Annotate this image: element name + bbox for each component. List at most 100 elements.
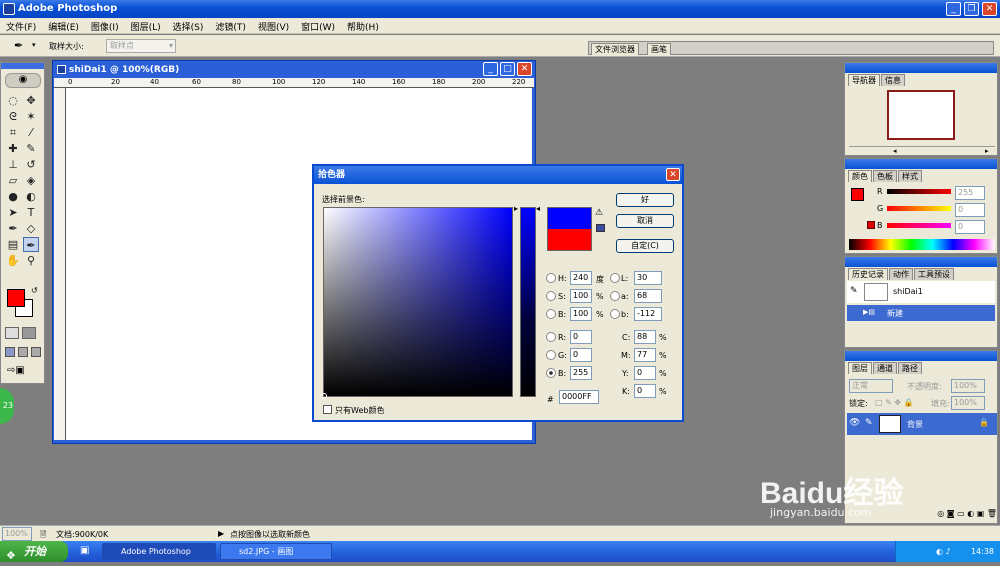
history-brush-source-icon[interactable]: ✎: [850, 286, 858, 296]
opacity-field[interactable]: 100%: [951, 379, 985, 393]
ok-button[interactable]: 好: [616, 193, 674, 207]
crop-tool-icon[interactable]: ⌗: [5, 125, 21, 140]
radio-b-selected[interactable]: [546, 368, 556, 378]
tab-color[interactable]: 颜色: [848, 170, 872, 182]
menu-help[interactable]: 帮助(H): [341, 18, 385, 35]
radio-a[interactable]: [610, 291, 620, 301]
magic-wand-icon[interactable]: ✶: [23, 109, 39, 124]
menu-filter[interactable]: 滤镜(T): [209, 18, 252, 35]
history-brush-icon[interactable]: ↺: [23, 157, 39, 172]
menu-view[interactable]: 视图(V): [252, 18, 295, 35]
doc-maximize-button[interactable]: □: [500, 62, 515, 76]
m-field[interactable]: 77: [634, 348, 656, 362]
color-g-slider[interactable]: [887, 206, 951, 211]
eye-icon[interactable]: 👁: [849, 418, 860, 428]
healing-brush-icon[interactable]: ✚: [5, 141, 21, 156]
slice-tool-icon[interactable]: ⁄: [23, 125, 39, 140]
tab-file-browser[interactable]: 文件浏览器: [591, 43, 639, 55]
cancel-button[interactable]: 取消: [616, 214, 674, 228]
web-safe-cube-icon[interactable]: [596, 224, 605, 232]
color-field[interactable]: [321, 207, 513, 399]
chevron-down-icon[interactable]: ▾: [32, 41, 36, 49]
g-field[interactable]: 0: [570, 348, 592, 362]
doc-minimize-button[interactable]: _: [483, 62, 498, 76]
tray-icons[interactable]: ◐ ♪: [896, 541, 951, 562]
menu-layer[interactable]: 图层(L): [125, 18, 167, 35]
hue-slider[interactable]: [520, 207, 536, 397]
minimize-button[interactable]: _: [946, 2, 961, 16]
eyedropper-icon[interactable]: ✒: [14, 39, 23, 52]
a-field[interactable]: 68: [634, 289, 662, 303]
dialog-close-button[interactable]: ✕: [666, 168, 680, 181]
standard-mode-icon[interactable]: [5, 327, 19, 339]
status-zoom-field[interactable]: 100%: [2, 527, 32, 541]
gamut-warning-icon[interactable]: ⚠: [595, 208, 603, 218]
zoom-in-icon[interactable]: ▸: [985, 147, 989, 155]
foreground-color-swatch[interactable]: [7, 289, 25, 307]
old-color-swatch[interactable]: [547, 229, 592, 251]
task-photoshop[interactable]: Adobe Photoshop: [102, 543, 216, 560]
tab-channels[interactable]: 通道: [873, 362, 897, 374]
eyedropper-tool-icon[interactable]: ✒: [23, 237, 39, 252]
blur-tool-icon[interactable]: ●: [5, 189, 21, 204]
radio-g[interactable]: [546, 350, 556, 360]
menu-window[interactable]: 窗口(W): [295, 18, 341, 35]
quick-mask-icon[interactable]: [22, 327, 36, 339]
restore-button[interactable]: ❐: [964, 2, 979, 16]
color-g-field[interactable]: 0: [955, 203, 985, 217]
pen-tool-icon[interactable]: ✒: [5, 221, 21, 236]
dodge-tool-icon[interactable]: ◐: [23, 189, 39, 204]
radio-bv[interactable]: [546, 309, 556, 319]
lock-icons[interactable]: □ ✎ ✥ 🔒: [875, 398, 914, 407]
marquee-tool-icon[interactable]: ◌: [5, 93, 21, 108]
screen-mode-1-icon[interactable]: [5, 347, 15, 357]
layer-row-background[interactable]: 👁 ✎ 背景 🔒: [847, 413, 997, 435]
shape-tool-icon[interactable]: ◇: [23, 221, 39, 236]
doc-close-button[interactable]: ✕: [517, 62, 532, 76]
tab-swatches[interactable]: 色板: [873, 170, 897, 182]
move-tool-icon[interactable]: ✥: [23, 93, 39, 108]
quicklaunch-icon[interactable]: ▣: [80, 545, 89, 556]
color-b-slider[interactable]: [887, 223, 951, 228]
tab-paths[interactable]: 路径: [898, 362, 922, 374]
status-arrow-icon[interactable]: ▶: [218, 529, 224, 538]
radio-lab-b[interactable]: [610, 309, 620, 319]
radio-r[interactable]: [546, 332, 556, 342]
start-button[interactable]: ❖ 开始: [0, 541, 68, 562]
navigator-zoom-slider[interactable]: ◂ ▸: [849, 146, 995, 155]
eraser-tool-icon[interactable]: ▱: [5, 173, 21, 188]
tab-history[interactable]: 历史记录: [848, 268, 888, 280]
sample-size-select[interactable]: 取样点 ▾: [106, 39, 176, 53]
h-field[interactable]: 240: [570, 271, 592, 285]
hand-tool-icon[interactable]: ✋: [5, 253, 21, 268]
r-field[interactable]: 0: [570, 330, 592, 344]
radio-s[interactable]: [546, 291, 556, 301]
bv-field[interactable]: 100: [570, 307, 592, 321]
menu-select[interactable]: 选择(S): [167, 18, 210, 35]
custom-button[interactable]: 自定(C): [616, 239, 674, 253]
path-select-icon[interactable]: ➤: [5, 205, 21, 220]
navigator-thumbnail[interactable]: [887, 90, 955, 140]
lab-b-field[interactable]: -112: [634, 307, 662, 321]
tab-brushes[interactable]: 画笔: [647, 43, 671, 55]
new-layer-icon[interactable]: ▣: [977, 509, 985, 518]
close-button[interactable]: ✕: [982, 2, 997, 16]
c-field[interactable]: 88: [634, 330, 656, 344]
color-ramp[interactable]: [849, 239, 995, 250]
screen-mode-3-icon[interactable]: [30, 347, 41, 357]
color-r-slider[interactable]: [887, 189, 951, 194]
type-tool-icon[interactable]: T: [23, 205, 39, 220]
task-paint[interactable]: sd2.JPG - 画图: [220, 543, 332, 560]
zoom-out-icon[interactable]: ◂: [893, 147, 897, 155]
slider-left-arrow-icon[interactable]: ▸: [514, 204, 518, 213]
color-b-field[interactable]: 0: [955, 220, 985, 234]
radio-l[interactable]: [610, 273, 620, 283]
zoom-tool-icon[interactable]: ⚲: [23, 253, 39, 268]
menu-edit[interactable]: 编辑(E): [42, 18, 85, 35]
stamp-tool-icon[interactable]: ⊥: [5, 157, 21, 172]
tab-navigator[interactable]: 导航器: [848, 74, 880, 86]
adobe-online-icon[interactable]: ◉: [5, 73, 41, 88]
slider-right-arrow-icon[interactable]: ◂: [536, 204, 540, 213]
brush-link-icon[interactable]: ✎: [865, 418, 873, 428]
menu-image[interactable]: 图像(I): [85, 18, 125, 35]
